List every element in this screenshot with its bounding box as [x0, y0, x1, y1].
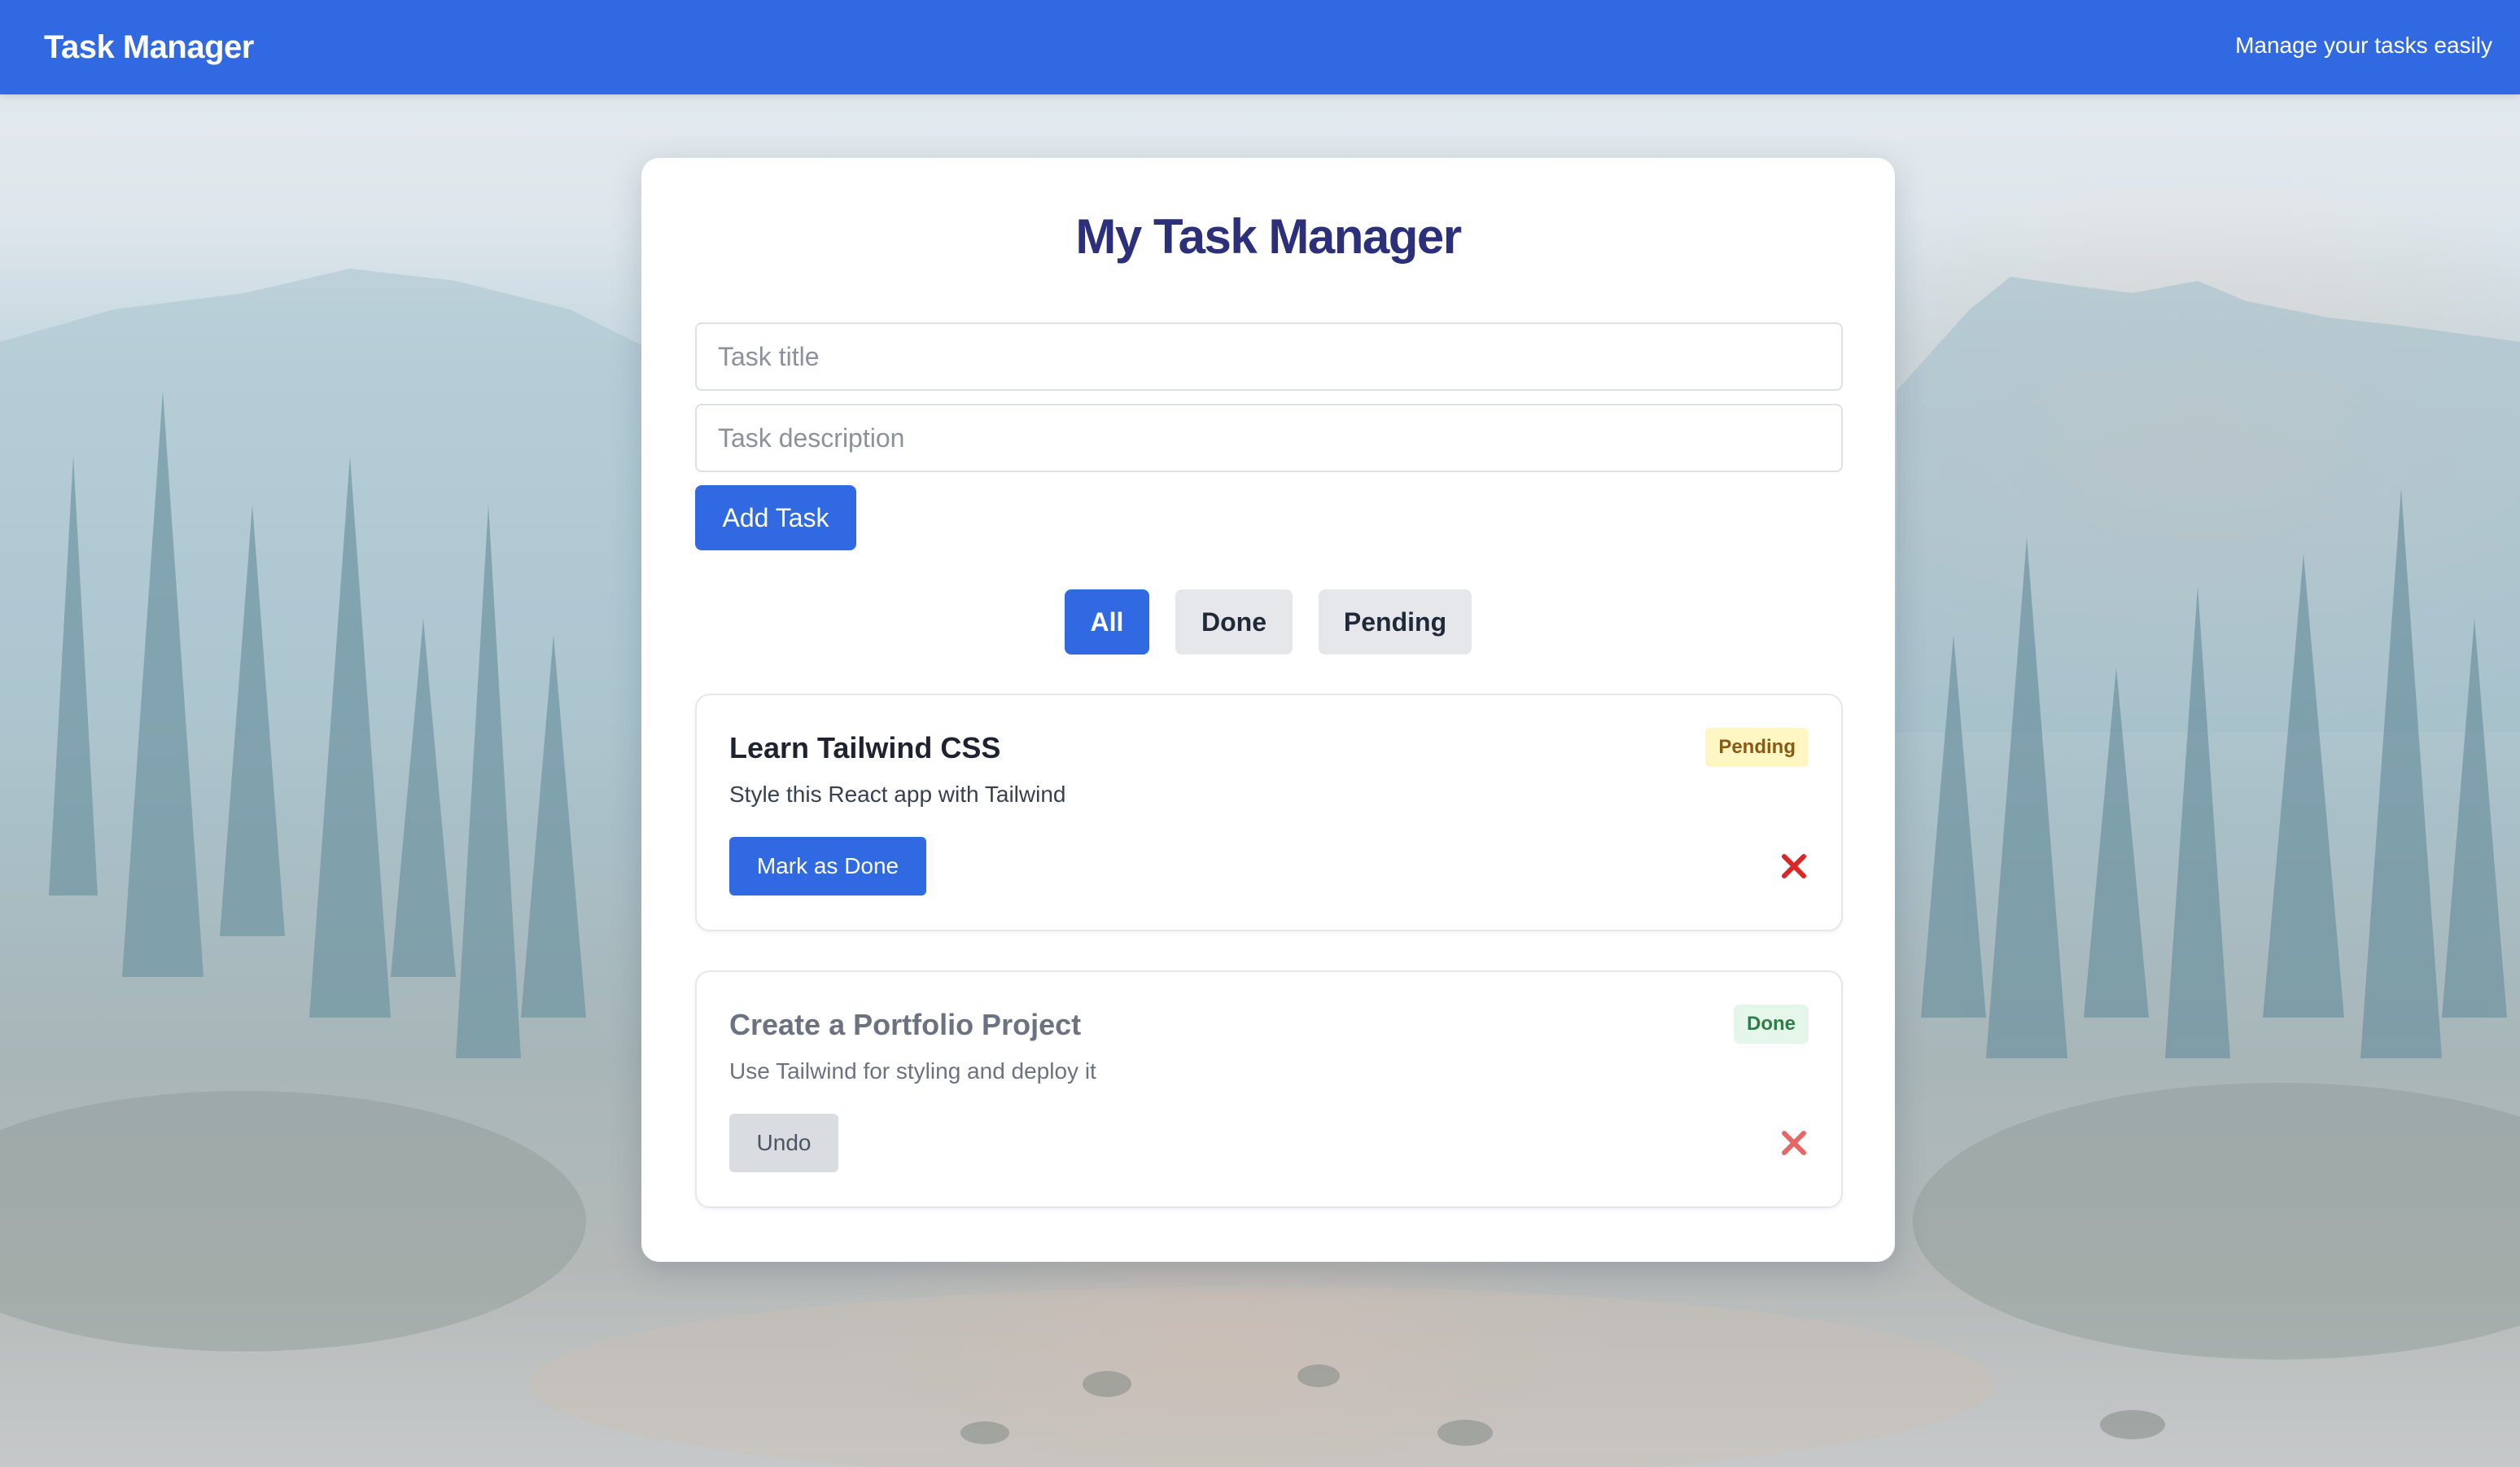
- status-badge: Pending: [1705, 728, 1809, 767]
- mark-as-done-button[interactable]: Mark as Done: [729, 837, 926, 896]
- task-item: Learn Tailwind CSS Pending Style this Re…: [695, 694, 1843, 931]
- task-title: Create a Portfolio Project: [729, 1008, 1082, 1041]
- task-description: Style this React app with Tailwind: [729, 782, 1066, 807]
- brand-title: Task Manager: [44, 29, 254, 65]
- top-navbar: Task Manager Manage your tasks easily: [0, 0, 2520, 94]
- undo-button[interactable]: Undo: [729, 1114, 838, 1172]
- filter-all-button[interactable]: All: [1065, 589, 1149, 655]
- task-item: Create a Portfolio Project Done Use Tail…: [695, 970, 1843, 1208]
- task-title-input[interactable]: [695, 322, 1843, 391]
- close-icon: [1773, 1122, 1815, 1164]
- navbar-tagline: Manage your tasks easily: [2235, 33, 2492, 58]
- task-title: Learn Tailwind CSS: [729, 731, 1001, 764]
- status-badge: Done: [1734, 1005, 1809, 1044]
- task-description: Use Tailwind for styling and deploy it: [729, 1058, 1096, 1084]
- page: Task Manager Manage your tasks easily My…: [0, 0, 2520, 1467]
- page-title: My Task Manager: [1075, 209, 1462, 264]
- filter-pending-button[interactable]: Pending: [1319, 589, 1472, 655]
- delete-task-button[interactable]: [1773, 1122, 1815, 1164]
- task-description-input[interactable]: [695, 404, 1843, 472]
- filter-done-button[interactable]: Done: [1175, 589, 1293, 655]
- task-manager-card: My Task Manager Add Task All Done Pendin…: [641, 158, 1895, 1262]
- delete-task-button[interactable]: [1773, 845, 1815, 887]
- add-task-button[interactable]: Add Task: [695, 485, 856, 550]
- close-icon: [1773, 845, 1815, 887]
